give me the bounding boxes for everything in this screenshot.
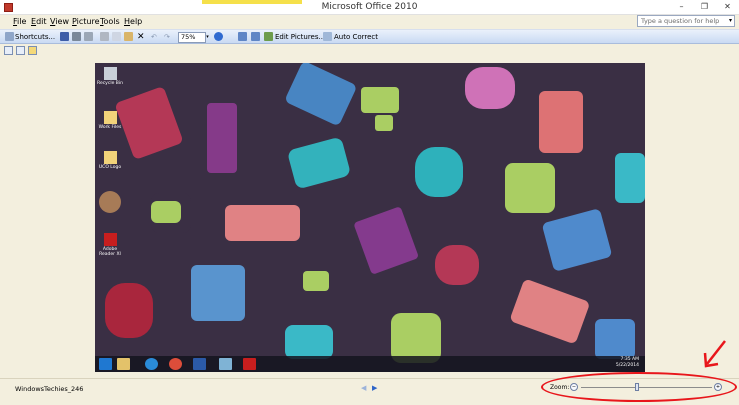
filmstrip-view-icon[interactable]: [16, 46, 25, 55]
previous-picture-icon[interactable]: ◀: [361, 384, 366, 392]
minimize-button[interactable]: –: [670, 0, 693, 15]
menu-picture[interactable]: Picture: [72, 17, 100, 26]
desktop-icon-recycle-bin[interactable]: Recycle Bin: [95, 67, 125, 86]
help-icon[interactable]: [214, 32, 223, 41]
folder-icon: [103, 151, 117, 164]
adobe-reader-taskbar-icon[interactable]: [243, 358, 256, 370]
annotation-ellipse: [541, 372, 737, 402]
title-bar: Microsoft Office 2010 – ❐ ✕: [0, 0, 739, 15]
desktop-icon-label: Adobe Reader XI: [99, 247, 121, 257]
tray-date: 5/22/2014: [615, 363, 639, 368]
windows-start-icon[interactable]: [99, 358, 112, 370]
edit-pictures-button[interactable]: Edit Pictures...: [275, 32, 325, 43]
recycle-bin-icon: [103, 67, 117, 80]
copy-icon[interactable]: [112, 32, 121, 41]
menu-help[interactable]: Help: [124, 17, 142, 26]
cups-wallpaper: [95, 63, 645, 372]
menu-tools[interactable]: Tools: [100, 17, 120, 26]
zoom-combo[interactable]: 75%: [178, 32, 206, 43]
desktop-icon-label: Recycle Bin: [97, 81, 123, 86]
undo-icon[interactable]: ↶: [151, 32, 157, 43]
picture-preview: Recycle Bin Work Files UCO Logo Adobe Re…: [95, 63, 645, 372]
help-search-input[interactable]: Type a question for help: [637, 15, 735, 27]
edit-pictures-icon: [264, 32, 273, 41]
paste-icon[interactable]: [124, 32, 133, 41]
shortcuts-button[interactable]: Shortcuts...: [15, 32, 55, 43]
status-filename: WindowsTechies_246: [15, 385, 84, 393]
cut-icon[interactable]: [100, 32, 109, 41]
internet-explorer-icon[interactable]: [145, 358, 158, 370]
desktop-icon-adobe-reader[interactable]: Adobe Reader XI: [95, 233, 125, 257]
folder-icon: [103, 111, 117, 124]
rotate-right-icon[interactable]: [251, 32, 260, 41]
desktop-icon-label: UCO Logo: [98, 165, 122, 170]
desktop-icon-label: Work Files: [98, 125, 122, 130]
menu-file[interactable]: File: [13, 17, 26, 26]
redo-icon[interactable]: ↷: [164, 32, 170, 43]
menu-bar: File Edit View Picture Tools Help: [0, 15, 739, 29]
menu-edit[interactable]: Edit: [31, 17, 47, 26]
picture-manager-icon[interactable]: [219, 358, 232, 370]
file-explorer-icon[interactable]: [117, 358, 130, 370]
auto-correct-icon: [323, 32, 332, 41]
single-picture-view-icon[interactable]: [28, 46, 37, 55]
help-dropdown-icon[interactable]: ▾: [726, 15, 735, 27]
print-preview-icon[interactable]: [84, 32, 93, 41]
save-icon[interactable]: [60, 32, 69, 41]
auto-correct-button[interactable]: Auto Correct: [334, 32, 378, 43]
chrome-icon[interactable]: [169, 358, 182, 370]
adobe-reader-icon: [103, 233, 117, 246]
delete-icon[interactable]: ✕: [137, 32, 145, 43]
view-bar: [0, 45, 739, 57]
window-title: Microsoft Office 2010: [321, 2, 418, 12]
word-icon[interactable]: [193, 358, 206, 370]
thumbnail-view-icon[interactable]: [4, 46, 13, 55]
zoom-dropdown-icon[interactable]: ▾: [204, 32, 211, 43]
desktop-icon-user-photo[interactable]: [95, 191, 125, 214]
rotate-left-icon[interactable]: [238, 32, 247, 41]
annotation-arrow-icon: [703, 340, 726, 368]
restore-button[interactable]: ❐: [693, 0, 716, 15]
shortcuts-icon: [5, 32, 14, 41]
next-picture-icon[interactable]: ▶: [372, 384, 377, 392]
desktop-icon-uco-logo[interactable]: UCO Logo: [95, 151, 125, 170]
print-icon[interactable]: [72, 32, 81, 41]
taskbar: 7:35 AM 5/22/2014: [95, 356, 645, 372]
tray-clock: 7:35 AM 5/22/2014: [616, 357, 639, 369]
standard-toolbar: Shortcuts... ✕ ↶ ↷ 75% ▾ Edit Pictures..…: [0, 29, 739, 44]
desktop-icon-work-files[interactable]: Work Files: [95, 111, 125, 130]
window-controls: – ❐ ✕: [670, 0, 739, 15]
user-photo-icon: [99, 191, 121, 213]
close-button[interactable]: ✕: [716, 0, 739, 15]
menu-view[interactable]: View: [50, 17, 69, 26]
